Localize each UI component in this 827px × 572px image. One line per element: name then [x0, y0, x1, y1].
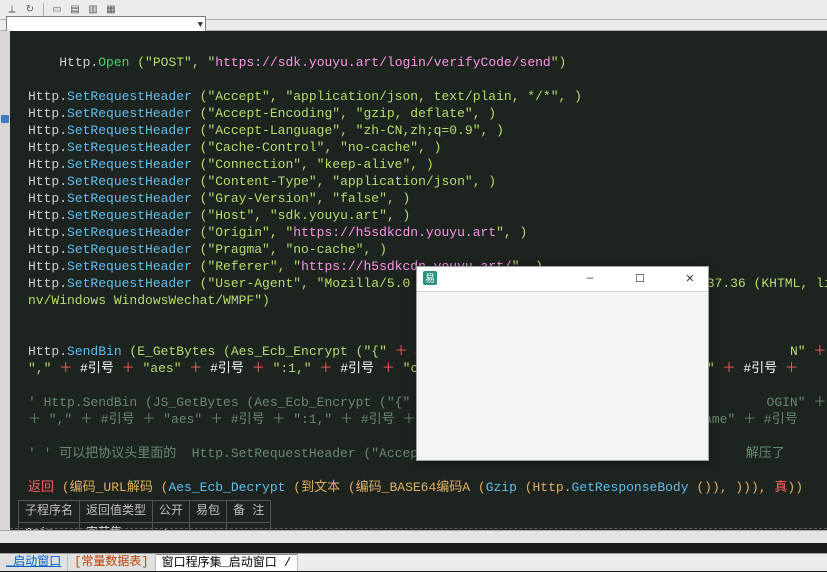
table-header-row: 子程序名 返回值类型 公开 易包 备 注	[19, 501, 271, 523]
maximize-button[interactable]: ☐	[626, 269, 654, 289]
minimize-button[interactable]: —	[576, 269, 604, 289]
titlebar[interactable]: 易 — ☐ ✕	[417, 267, 708, 291]
close-button[interactable]: ✕	[676, 269, 704, 289]
code-line: Http.SetRequestHeader ("Content-Type", "…	[28, 173, 827, 190]
chevron-down-icon: ▼	[198, 20, 203, 30]
code-line: Http.SetRequestHeader ("Accept-Encoding"…	[28, 105, 827, 122]
tab-startup-window[interactable]: _启动窗口	[0, 554, 68, 571]
divider	[43, 3, 44, 17]
code-line: Http.SetRequestHeader ("Connection", "ke…	[28, 156, 827, 173]
bottom-tabs: _启动窗口 [常量数据表] 窗口程序集_启动窗口 /	[0, 553, 827, 571]
code-line: Http.SetRequestHeader ("Origin", "https:…	[28, 224, 827, 241]
subprogram-table-1[interactable]: 子程序名 返回值类型 公开 易包 备 注 Gzip 字节集 ✓	[18, 500, 271, 531]
code-line: Http.SetRequestHeader ("Gray-Version", "…	[28, 190, 827, 207]
code-line: Http.SetRequestHeader ("Pragma", "no-cac…	[28, 241, 827, 258]
runtime-window[interactable]: 易 — ☐ ✕	[416, 266, 709, 461]
breakpoint-marker[interactable]	[1, 115, 9, 123]
tab-const-table[interactable]: [常量数据表]	[68, 554, 155, 571]
gutter	[0, 31, 10, 531]
code-line: Http.SetRequestHeader ("Host", "sdk.youy…	[28, 207, 827, 224]
code-line-return: 返回 (编码_URL解码 (Aes_Ecb_Decrypt (到文本 (编码_B…	[28, 479, 827, 496]
code-line: Http.SetRequestHeader ("Accept", "applic…	[28, 88, 827, 105]
horizontal-scrollbar[interactable]	[0, 530, 827, 543]
window-client-area	[417, 291, 708, 460]
code-line: Http.Open ("POST", "https://sdk.youyu.ar…	[28, 37, 827, 88]
code-line: Http.SetRequestHeader ("Accept-Language"…	[28, 122, 827, 139]
code-line: Http.SetRequestHeader ("Cache-Control", …	[28, 139, 827, 156]
app-icon: 易	[423, 271, 437, 285]
subtoolbar: ▼	[0, 20, 827, 31]
section-divider	[10, 528, 827, 529]
tab-window-programset[interactable]: 窗口程序集_启动窗口 /	[156, 554, 299, 571]
